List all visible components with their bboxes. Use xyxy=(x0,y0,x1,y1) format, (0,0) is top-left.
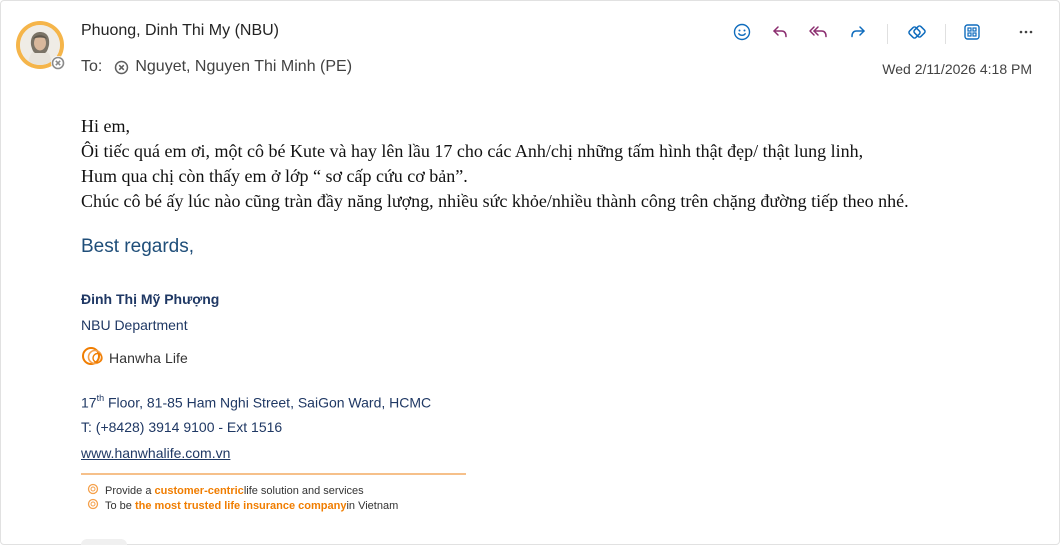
hanwha-logo-icon xyxy=(81,343,107,374)
tagline-highlight: customer-centric xyxy=(154,484,244,497)
recipient-line: To: Nguyet, Nguyen Thi Minh (PE) xyxy=(81,58,352,76)
reply-button[interactable] xyxy=(766,19,794,45)
tagline-text: life solution and services xyxy=(243,484,364,497)
signature-divider xyxy=(81,473,466,475)
signature-phone: T: (+8428) 3914 9100 - Ext 1516 xyxy=(81,419,283,435)
emoji-reaction-button[interactable] xyxy=(728,19,756,45)
tagline-text: in Vietnam xyxy=(346,499,399,512)
reply-all-button[interactable] xyxy=(805,19,833,45)
website-link[interactable]: www.hanwhalife.com.vn xyxy=(81,445,230,461)
tagline-bullet-icon xyxy=(87,483,105,498)
recipient-presence-icon xyxy=(114,60,129,75)
message-body: Hi em, Ôi tiếc quá em ơi, một cô bé Kute… xyxy=(81,114,1041,214)
reply-icon xyxy=(770,22,790,42)
closing-regards: Best regards, xyxy=(81,236,194,257)
signature-address: 17th Floor, 81-85 Ham Nghi Street, SaiGo… xyxy=(81,393,432,411)
forward-icon xyxy=(848,22,868,42)
address-street: Floor, 81-85 Ham Nghi Street, SaiGon War… xyxy=(104,394,432,411)
toolbar-divider xyxy=(887,24,888,44)
tagline-customer-centric: Provide a customer-centric life solution… xyxy=(87,483,364,498)
hanwha-life-logo: Hanwha Life xyxy=(81,345,188,371)
recipient-name[interactable]: Nguyet, Nguyen Thi Minh (PE) xyxy=(135,58,352,76)
next-element-stub xyxy=(81,539,127,545)
logo-wordmark: Hanwha Life xyxy=(109,350,188,366)
address-floor-suffix: th xyxy=(96,393,105,403)
to-label: To: xyxy=(81,58,103,75)
loop-icon xyxy=(906,21,928,43)
apps-icon xyxy=(962,22,982,42)
forward-button[interactable] xyxy=(844,19,872,45)
more-icon xyxy=(1016,22,1036,42)
body-line: Ôi tiếc quá em ơi, một cô bé Kute và hay… xyxy=(81,141,864,161)
body-line: Hi em, xyxy=(81,116,130,136)
tagline-most-trusted: To be the most trusted life insurance co… xyxy=(87,498,398,513)
more-actions-button[interactable] xyxy=(1012,19,1040,45)
emoji-icon xyxy=(732,22,752,42)
sent-datetime: Wed 2/11/2026 4:18 PM xyxy=(882,61,1032,77)
message-frame xyxy=(0,0,1060,545)
apps-button[interactable] xyxy=(958,19,986,45)
tagline-bullet-icon xyxy=(87,498,105,513)
sender-name[interactable]: Phuong, Dinh Thi My (NBU) xyxy=(81,22,279,40)
tagline-highlight: the most trusted life insurance company xyxy=(134,499,347,512)
signature-name: Đinh Thị Mỹ Phượng xyxy=(81,291,220,307)
body-line: Chúc cô bé ấy lúc nào cũng tràn đầy năng… xyxy=(81,191,909,211)
loop-button[interactable] xyxy=(903,19,931,45)
tagline-text: To be xyxy=(105,499,132,512)
signature-department: NBU Department xyxy=(81,317,188,333)
body-line: Hum qua chị còn thấy em ở lớp “ sơ cấp c… xyxy=(81,166,468,186)
address-floor: 17 xyxy=(81,394,97,411)
toolbar-divider xyxy=(945,24,946,44)
tagline-text: Provide a xyxy=(105,484,152,497)
reply-all-icon xyxy=(808,22,830,42)
presence-status-icon xyxy=(51,56,65,70)
